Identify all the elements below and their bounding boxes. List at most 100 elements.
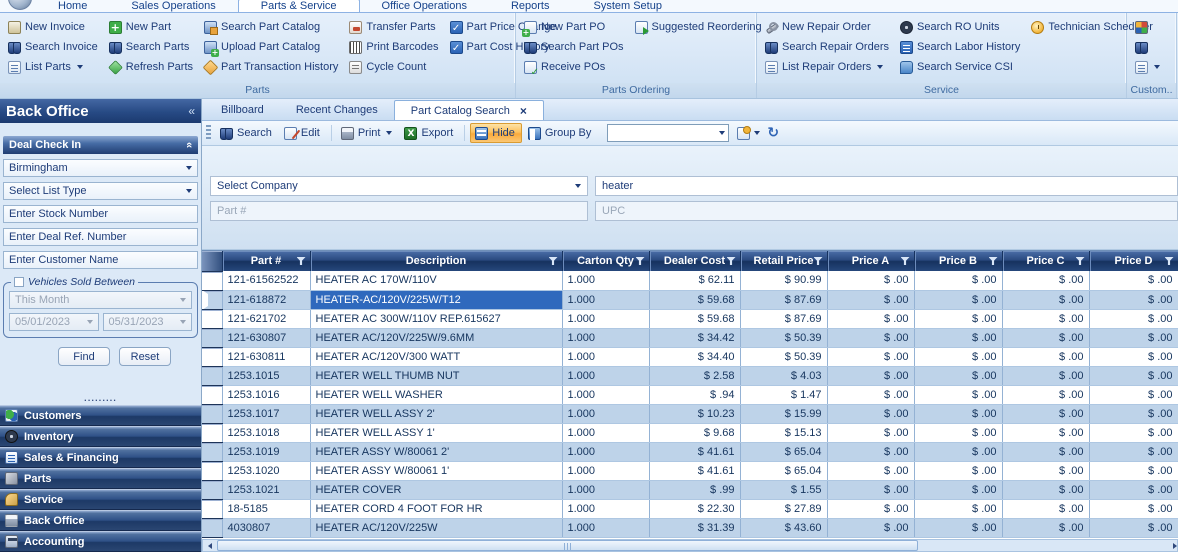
cell-carton-qty[interactable]: 1.000 xyxy=(562,309,650,329)
new-repair-order-button[interactable]: New Repair Order xyxy=(762,17,895,37)
cell-dealer-cost[interactable]: $ 59.68 xyxy=(649,290,741,310)
cell-part[interactable]: 1253.1020 xyxy=(222,461,311,481)
cell-price-a[interactable]: $ .00 xyxy=(827,271,915,291)
cell-carton-qty[interactable]: 1.000 xyxy=(562,366,650,386)
cell-description[interactable]: HEATER COVER xyxy=(310,480,563,500)
column-header-retail-price[interactable]: Retail Price xyxy=(740,251,828,271)
find-button[interactable]: Find xyxy=(58,347,110,366)
row-indicator-cell[interactable] xyxy=(202,423,223,443)
row-indicator-cell[interactable] xyxy=(202,290,223,310)
cell-description[interactable]: HEATER AC 300W/110V REP.615627 xyxy=(310,309,563,329)
app-tab-reports[interactable]: Reports xyxy=(489,0,572,12)
filter-funnel-icon[interactable] xyxy=(1164,257,1174,265)
cell-price-b[interactable]: $ .00 xyxy=(914,480,1003,500)
row-indicator-cell[interactable] xyxy=(202,404,223,424)
column-header-price-a[interactable]: Price A xyxy=(827,251,915,271)
period-dropdown[interactable]: This Month xyxy=(9,291,192,309)
list-type-dropdown[interactable]: Select List Type xyxy=(3,182,198,200)
print-barcodes-button[interactable]: Print Barcodes xyxy=(346,37,444,57)
cell-price-a[interactable]: $ .00 xyxy=(827,423,915,443)
cell-price-d[interactable]: $ .00 xyxy=(1089,423,1178,443)
print-button[interactable]: Print xyxy=(337,123,399,143)
cell-price-a[interactable]: $ .00 xyxy=(827,442,915,462)
filter-funnel-icon[interactable] xyxy=(296,257,306,265)
app-tab-system-setup[interactable]: System Setup xyxy=(571,0,683,12)
filter-funnel-icon[interactable] xyxy=(1075,257,1085,265)
scrollbar-thumb[interactable] xyxy=(217,540,919,551)
table-row[interactable]: 121-630807 HEATER AC/120V/225W/9.6MM 1.000… xyxy=(202,328,1178,348)
cell-carton-qty[interactable]: 1.000 xyxy=(562,328,650,348)
deal-ref-input[interactable]: Enter Deal Ref. Number xyxy=(3,228,198,246)
cell-carton-qty[interactable]: 1.000 xyxy=(562,271,650,291)
cell-dealer-cost[interactable]: $ .99 xyxy=(649,480,741,500)
search-service-csi-button[interactable]: Search Service CSI xyxy=(897,57,1026,77)
filter-funnel-icon[interactable] xyxy=(635,257,645,265)
table-row[interactable]: 121-61562522 HEATER AC 170W/110V 1.000 $ 62… xyxy=(202,271,1178,291)
cell-price-a[interactable]: $ .00 xyxy=(827,499,915,519)
cell-dealer-cost[interactable]: $ 9.68 xyxy=(649,423,741,443)
reset-button[interactable]: Reset xyxy=(119,347,171,366)
cell-description[interactable]: HEATER ASSY W/80061 2' xyxy=(310,442,563,462)
cell-carton-qty[interactable]: 1.000 xyxy=(562,385,650,405)
search-parts-button[interactable]: Search Parts xyxy=(106,37,199,57)
cell-part[interactable]: 121-630811 xyxy=(222,347,311,367)
cell-price-a[interactable]: $ .00 xyxy=(827,480,915,500)
search-labor-history-button[interactable]: Search Labor History xyxy=(897,37,1026,57)
search-button[interactable]: Search xyxy=(216,123,278,143)
column-header-price-c[interactable]: Price C xyxy=(1002,251,1090,271)
cell-price-b[interactable]: $ .00 xyxy=(914,404,1003,424)
cell-retail-price[interactable]: $ 90.99 xyxy=(740,271,828,291)
edit-button[interactable]: Edit xyxy=(280,123,326,143)
upc-input[interactable] xyxy=(595,201,1178,221)
table-row[interactable]: 121-621702 HEATER AC 300W/110V REP.615627… xyxy=(202,309,1178,329)
custom-button[interactable] xyxy=(1132,37,1166,57)
cell-retail-price[interactable]: $ 1.47 xyxy=(740,385,828,405)
cell-price-d[interactable]: $ .00 xyxy=(1089,385,1178,405)
refresh-parts-button[interactable]: Refresh Parts xyxy=(106,57,199,77)
scroll-left-arrow[interactable] xyxy=(203,540,217,551)
cell-part[interactable]: 1253.1018 xyxy=(222,423,311,443)
table-row[interactable]: 1253.1019 HEATER ASSY W/80061 2' 1.000 $ 41… xyxy=(202,442,1178,462)
cell-dealer-cost[interactable]: $ 41.61 xyxy=(649,442,741,462)
column-header-carton-qty[interactable]: Carton Qty xyxy=(562,251,650,271)
cell-price-b[interactable]: $ .00 xyxy=(914,385,1003,405)
cell-price-b[interactable]: $ .00 xyxy=(914,366,1003,386)
column-header-price-b[interactable]: Price B xyxy=(914,251,1003,271)
cell-price-a[interactable]: $ .00 xyxy=(827,328,915,348)
column-header-price-d[interactable]: Price D xyxy=(1089,251,1178,271)
app-tab-home[interactable]: Home xyxy=(36,0,109,12)
date-from-dropdown[interactable]: 05/01/2023 xyxy=(9,313,99,331)
cell-price-d[interactable]: $ .00 xyxy=(1089,328,1178,348)
part-number-input[interactable] xyxy=(210,201,588,221)
cell-price-d[interactable]: $ .00 xyxy=(1089,461,1178,481)
cell-price-c[interactable]: $ .00 xyxy=(1002,271,1090,291)
stock-number-input[interactable]: Enter Stock Number xyxy=(3,205,198,223)
group-by-button[interactable]: Group By xyxy=(524,123,597,143)
cell-description[interactable]: HEATER AC/120V/300 WATT xyxy=(310,347,563,367)
row-indicator-cell[interactable] xyxy=(202,499,223,519)
nav-item-accounting[interactable]: Accounting xyxy=(0,531,201,552)
filter-funnel-icon[interactable] xyxy=(813,257,823,265)
cell-retail-price[interactable]: $ 50.39 xyxy=(740,347,828,367)
row-indicator-cell[interactable] xyxy=(202,461,223,481)
cell-price-c[interactable]: $ .00 xyxy=(1002,480,1090,500)
cell-carton-qty[interactable]: 1.000 xyxy=(562,480,650,500)
cell-dealer-cost[interactable]: $ 10.23 xyxy=(649,404,741,424)
table-row[interactable]: 121-618872 HEATER-AC/120V/225W/T12 1.000 $ … xyxy=(202,290,1178,310)
table-row[interactable]: 1253.1020 HEATER ASSY W/80061 1' 1.000 $ 41… xyxy=(202,461,1178,481)
description-search-input[interactable] xyxy=(595,176,1178,196)
row-indicator-cell[interactable] xyxy=(202,328,223,348)
cell-description[interactable]: HEATER CORD 4 FOOT FOR HR xyxy=(310,499,563,519)
cell-retail-price[interactable]: $ 50.39 xyxy=(740,328,828,348)
search-ro-units-button[interactable]: Search RO Units xyxy=(897,17,1026,37)
cell-part[interactable]: 1253.1016 xyxy=(222,385,311,405)
row-indicator-cell[interactable] xyxy=(202,347,223,367)
cell-description[interactable]: HEATER WELL THUMB NUT xyxy=(310,366,563,386)
cell-price-b[interactable]: $ .00 xyxy=(914,518,1003,538)
scroll-right-arrow[interactable] xyxy=(1163,540,1177,551)
nav-item-parts[interactable]: Parts xyxy=(0,468,201,489)
app-logo[interactable] xyxy=(8,0,32,10)
list-repair-orders-button[interactable]: List Repair Orders xyxy=(762,57,895,77)
cell-price-b[interactable]: $ .00 xyxy=(914,271,1003,291)
row-indicator-cell[interactable] xyxy=(202,480,223,500)
